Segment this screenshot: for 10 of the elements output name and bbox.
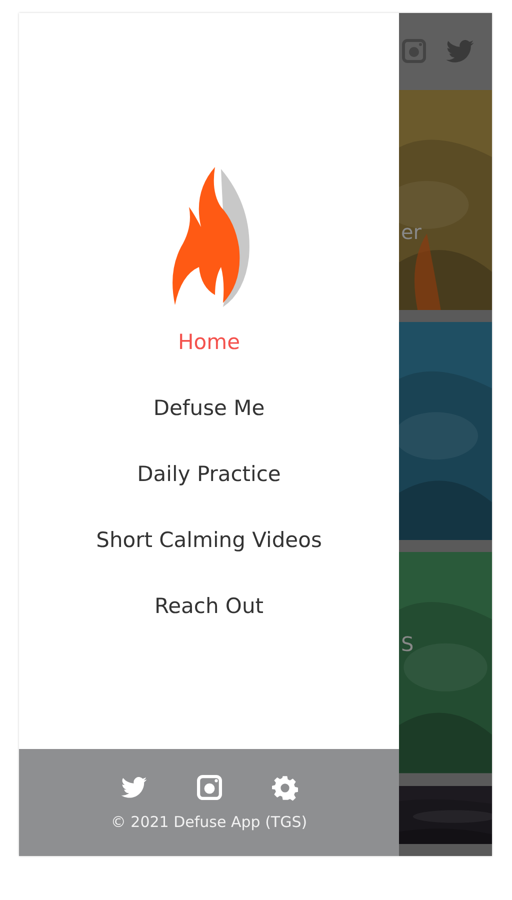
menu-item[interactable]: Defuse Me xyxy=(153,393,265,423)
settings-icon[interactable] xyxy=(272,774,298,800)
copyright-text: © 2021 Defuse App (TGS) xyxy=(110,812,308,830)
card-title: S xyxy=(401,632,414,656)
menu-item[interactable]: Short Calming Videos xyxy=(96,525,322,555)
twitter-icon[interactable] xyxy=(120,776,146,798)
menu-item[interactable]: Reach Out xyxy=(154,591,264,621)
twitter-icon[interactable] xyxy=(446,40,474,63)
menu-item[interactable]: Daily Practice xyxy=(137,459,281,489)
card-title: er xyxy=(401,220,422,244)
